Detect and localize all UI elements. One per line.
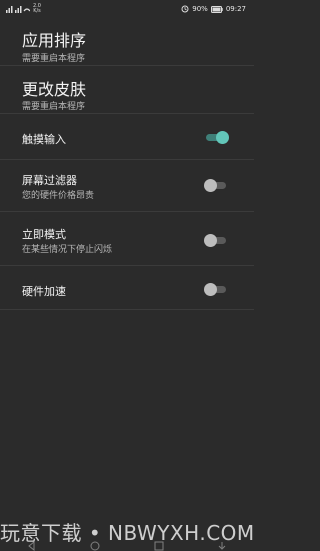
alarm-icon [181,5,189,13]
screen-filter-toggle[interactable] [204,179,226,192]
setting-immediate-mode[interactable]: 立即模式 在某些情况下停止闪烁 [0,212,254,266]
setting-description: 在某些情况下停止闪烁 [22,245,113,255]
recents-icon[interactable] [154,536,164,551]
setting-label: 硬件加速 [22,285,66,298]
menu-item-title: 应用排序 [22,31,87,50]
setting-label: 触摸输入 [22,133,66,146]
toggle-thumb [216,131,229,144]
setting-touch-input[interactable]: 触摸输入 [0,114,254,160]
clock: 09:27 [225,5,246,13]
menu-item-subtitle: 需要重启本程序 [22,102,86,112]
status-right: 90% 09:27 [181,5,246,13]
setting-hardware-acceleration[interactable]: 硬件加速 [0,266,254,310]
status-bar: 2.0 K/s 90% 09:27 [0,0,254,18]
touch-input-toggle[interactable] [206,131,229,144]
menu-item-app-sort[interactable]: 应用排序 需要重启本程序 [0,18,254,66]
toggle-thumb [204,179,217,192]
setting-screen-filter[interactable]: 屏幕过滤器 您的硬件价格昂贵 [0,160,254,212]
status-left: 2.0 K/s [6,4,41,14]
toggle-thumb [204,283,217,296]
menu-item-subtitle: 需要重启本程序 [22,54,86,64]
network-speed: 2.0 K/s [33,4,41,14]
setting-label: 立即模式 [22,228,66,241]
network-speed-unit: K/s [33,8,41,14]
menu-item-title: 更改皮肤 [22,80,87,99]
battery-percent: 90% [192,5,208,13]
navigation-bar [0,531,254,551]
hardware-acceleration-toggle[interactable] [204,283,226,296]
setting-description: 您的硬件价格昂贵 [22,191,95,201]
menu-item-change-skin[interactable]: 更改皮肤 需要重启本程序 [0,66,254,114]
toggle-thumb [204,234,217,247]
home-icon[interactable] [90,536,100,551]
battery-icon [210,5,223,13]
back-icon[interactable] [27,536,37,551]
download-icon[interactable] [217,536,227,550]
signal-icon [6,6,30,13]
immediate-mode-toggle[interactable] [204,234,226,247]
setting-label: 屏幕过滤器 [22,174,77,187]
